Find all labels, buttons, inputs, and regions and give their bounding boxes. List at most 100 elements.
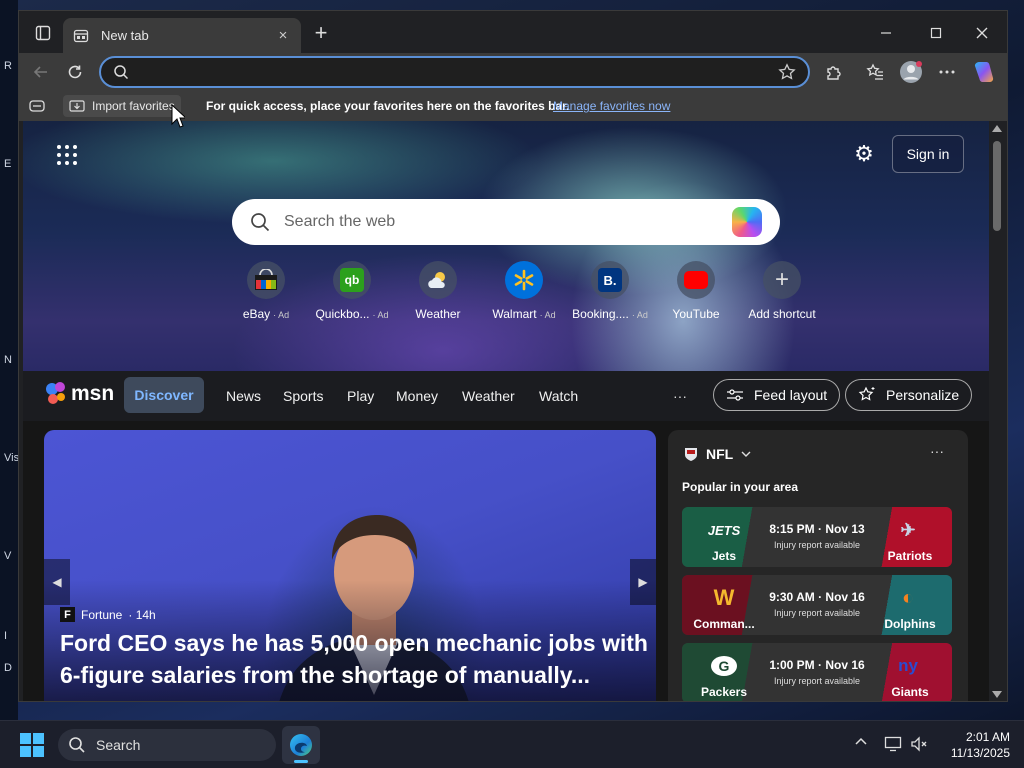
desktop-label: N (4, 354, 12, 366)
chevron-left-icon: ◀ (52, 575, 62, 589)
close-icon (976, 27, 988, 39)
tab-new-tab[interactable]: New tab × (63, 18, 301, 53)
import-favorites-label: Import favorites (92, 99, 175, 113)
fortune-logo-icon: F (60, 607, 75, 622)
search-icon (251, 213, 270, 232)
article-headline[interactable]: Ford CEO says he has 5,000 open mechanic… (60, 627, 650, 691)
tab-watch[interactable]: Watch (539, 388, 578, 404)
gear-icon[interactable]: ⚙ (853, 143, 875, 165)
scroll-down-icon[interactable] (992, 691, 1002, 699)
manage-favorites-link[interactable]: Manage favorites now (553, 99, 670, 113)
tab-sports[interactable]: Sports (283, 388, 323, 404)
puzzle-icon (827, 66, 841, 80)
tab-money[interactable]: Money (396, 388, 438, 404)
refresh-button[interactable] (61, 58, 89, 86)
volume-muted-icon[interactable] (910, 735, 928, 753)
shortcut-ebay[interactable]: eBay · Ad (223, 261, 309, 321)
edge-taskbar-button[interactable] (282, 726, 320, 764)
feed-layout-button[interactable]: Feed layout (713, 379, 841, 411)
jets-logo-icon: JETS (707, 522, 741, 538)
address-input[interactable] (139, 64, 778, 80)
tab-close-icon[interactable]: × (275, 27, 291, 44)
shortcut-label: YouTube (672, 307, 720, 321)
sign-in-button[interactable]: Sign in (892, 135, 964, 173)
youtube-icon (677, 261, 715, 299)
shortcut-add[interactable]: + Add shortcut (739, 261, 825, 321)
desktop-label: E (4, 158, 12, 170)
back-button[interactable] (27, 58, 55, 86)
import-favorites-button[interactable]: Import favorites (63, 95, 181, 117)
chevron-up-icon[interactable] (854, 735, 868, 749)
game-card[interactable]: G ny 1:00 PM · Nov 16 Injury report avai… (682, 643, 952, 701)
scroll-up-icon[interactable] (992, 124, 1002, 132)
nfl-header[interactable]: NFL (684, 446, 751, 462)
desktop-label: D (4, 662, 12, 674)
web-search-box[interactable]: Search the web (232, 199, 780, 245)
tab-play[interactable]: Play (347, 388, 374, 404)
tab-actions-icon (35, 25, 51, 41)
maximize-button[interactable] (913, 19, 959, 47)
nfl-more-button[interactable]: ··· (930, 443, 944, 459)
start-button[interactable] (20, 733, 44, 757)
taskbar-search[interactable]: Search (58, 729, 276, 761)
chevron-right-icon: ▶ (638, 575, 648, 589)
away-team: Giants (891, 685, 929, 699)
article-age: · 14h (128, 607, 156, 622)
system-clock[interactable]: 2:01 AM 11/13/2025 (940, 729, 1010, 761)
shortcut-quickbooks[interactable]: qb Quickbo... · Ad (309, 261, 395, 321)
carousel-prev-button[interactable]: ◀ (44, 559, 70, 605)
msn-logo[interactable]: msn (45, 381, 114, 407)
shortcut-label: Walmart (492, 307, 537, 321)
favorites-list-icon (866, 63, 883, 80)
search-icon (69, 737, 85, 753)
game-card[interactable]: JETS ✈ 8:15 PM · Nov 13 Injury report av… (682, 507, 952, 567)
shortcut-booking[interactable]: B. Booking.... · Ad (567, 261, 653, 321)
display-icon[interactable] (884, 735, 902, 753)
copilot-button[interactable] (970, 58, 998, 86)
tab-discover[interactable]: Discover (124, 377, 204, 413)
plus-icon: + (763, 261, 801, 299)
home-team: Comman... (693, 617, 755, 631)
minimize-button[interactable] (863, 19, 909, 47)
copilot-icon (974, 62, 994, 82)
personalize-label: Personalize (886, 387, 960, 403)
hero-news-card[interactable]: ◀ ▶ F Fortune · 14h Ford CEO says he has… (44, 430, 656, 701)
edge-icon (290, 734, 312, 756)
address-bar[interactable] (99, 56, 810, 88)
favorites-bar: Import favorites For quick access, place… (19, 91, 1007, 121)
desktop-label: I (4, 630, 8, 642)
msn-nav-bar: msn Discover News Sports Play Money Weat… (23, 371, 989, 421)
shortcut-label: Weather (415, 307, 461, 321)
profile-button[interactable] (897, 58, 925, 86)
shortcut-walmart[interactable]: Walmart · Ad (481, 261, 567, 321)
settings-more-button[interactable] (933, 58, 961, 86)
new-tab-button[interactable]: + (309, 22, 333, 46)
tab-news[interactable]: News (226, 388, 261, 404)
shortcut-youtube[interactable]: YouTube (653, 261, 739, 321)
carousel-next-button[interactable]: ▶ (630, 559, 656, 605)
tab-bar: New tab × + (19, 11, 1007, 53)
game-card[interactable]: W ◐ 9:30 AM · Nov 16 Injury report avail… (682, 575, 952, 635)
page-scrollbar[interactable] (989, 121, 1005, 701)
game-time: 8:15 PM · Nov 13 (769, 522, 865, 536)
favorites-bar-icon (29, 100, 45, 112)
injury-note: Injury report available (773, 540, 861, 550)
chevron-down-icon (741, 451, 751, 457)
extensions-button[interactable] (820, 58, 848, 86)
nfl-widget: NFL ··· Popular in your area JETS ✈ 8:15… (668, 430, 968, 701)
clock-time: 2:01 AM (965, 730, 1010, 744)
article-source: F Fortune · 14h (60, 607, 156, 622)
personalize-button[interactable]: Personalize (845, 379, 973, 411)
close-window-button[interactable] (959, 19, 1005, 47)
shortcut-weather[interactable]: Weather (395, 261, 481, 321)
tab-actions-button[interactable] (27, 19, 59, 47)
favorite-star-icon[interactable] (778, 63, 796, 81)
scrollbar-thumb[interactable] (993, 141, 1001, 231)
favorites-bar-message: For quick access, place your favorites h… (206, 99, 570, 113)
tab-weather[interactable]: Weather (462, 388, 515, 404)
app-launcher-icon[interactable] (57, 145, 77, 165)
patriots-logo-icon: ✈ (900, 519, 916, 540)
more-tabs-button[interactable]: ··· (673, 388, 687, 404)
copilot-icon[interactable] (732, 207, 762, 237)
favorites-button[interactable] (861, 58, 889, 86)
